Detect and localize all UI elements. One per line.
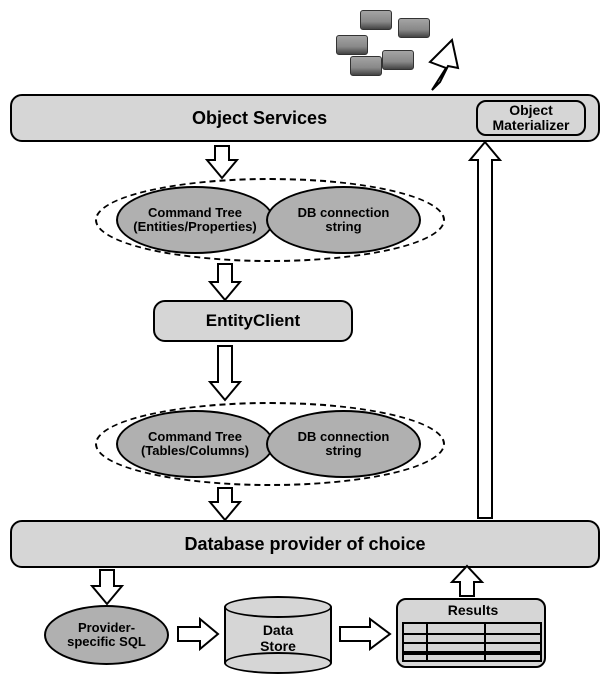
data-object-icon xyxy=(360,10,392,30)
data-object-icon xyxy=(382,50,414,70)
data-object-icon xyxy=(350,56,382,76)
database-provider-box: Database provider of choice xyxy=(10,520,600,568)
arrow-up-icon xyxy=(452,566,482,596)
provider-sql-oval: Provider- specific SQL xyxy=(44,605,169,665)
arrow-right-icon xyxy=(178,619,218,649)
command-tree-tables-label: Command Tree (Tables/Columns) xyxy=(141,430,249,459)
object-services-label: Object Services xyxy=(192,108,327,129)
diagram-canvas: Object Services Object Materializer Comm… xyxy=(0,0,610,692)
db-connection-string-oval-1: DB connection string xyxy=(266,186,421,254)
command-tree-entities-label: Command Tree (Entities/Properties) xyxy=(133,206,257,235)
results-label: Results xyxy=(448,602,499,618)
arrow-down-icon xyxy=(207,146,237,178)
arrow-down-icon xyxy=(210,264,240,300)
arrow-down-icon xyxy=(210,488,240,520)
object-materializer-label: Object Materializer xyxy=(492,103,569,132)
entity-client-label: EntityClient xyxy=(206,311,300,331)
data-object-icon xyxy=(336,35,368,55)
provider-sql-label: Provider- specific SQL xyxy=(67,621,146,650)
entity-client-box: EntityClient xyxy=(153,300,353,342)
arrow-up-icon xyxy=(430,40,458,90)
database-provider-label: Database provider of choice xyxy=(184,534,425,555)
arrow-down-icon xyxy=(210,346,240,400)
db-connection-string-2-label: DB connection string xyxy=(298,430,390,459)
data-object-icon xyxy=(398,18,430,38)
object-services-box: Object Services Object Materializer xyxy=(10,94,600,142)
arrow-right-icon xyxy=(340,619,390,649)
results-box: Results xyxy=(396,598,546,668)
object-materializer-box: Object Materializer xyxy=(476,100,586,136)
command-tree-tables-oval: Command Tree (Tables/Columns) xyxy=(116,410,274,478)
data-store-label: Data Store xyxy=(260,622,296,654)
db-connection-string-1-label: DB connection string xyxy=(298,206,390,235)
arrow-up-long-icon xyxy=(470,142,500,518)
results-grid-icon xyxy=(402,622,542,662)
data-store-cylinder: Data Store xyxy=(224,596,332,674)
db-connection-string-oval-2: DB connection string xyxy=(266,410,421,478)
command-tree-entities-oval: Command Tree (Entities/Properties) xyxy=(116,186,274,254)
arrow-down-icon xyxy=(92,570,122,604)
